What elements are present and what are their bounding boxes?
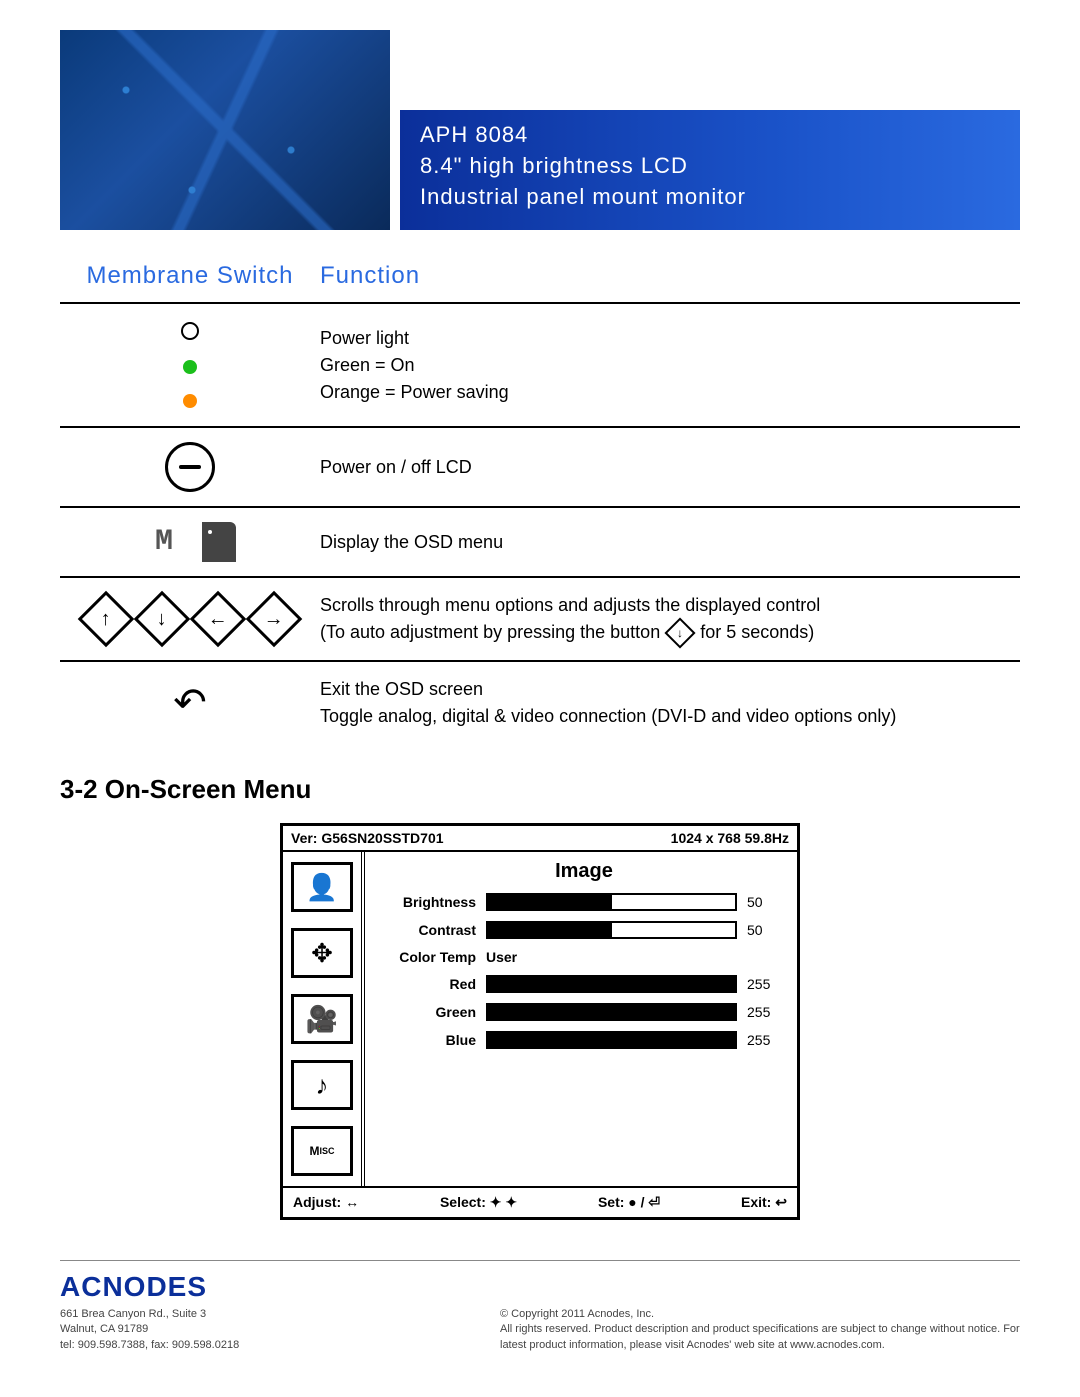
brightness-label: Brightness	[381, 894, 486, 910]
osd-pane-title: Image	[381, 860, 787, 883]
row-power-light: Power light Green = On Orange = Power sa…	[60, 304, 1020, 428]
model-number: APH 8084	[420, 120, 1000, 151]
arrows-desc1: Scrolls through menu options and adjusts…	[320, 592, 1020, 619]
hint-set: Set: ● / ⏎	[598, 1194, 660, 1211]
osd-tab-list: 👤 ✥ 🎥 ♪ MISC	[283, 852, 365, 1186]
red-label: Red	[381, 976, 486, 992]
blue-bar	[486, 1031, 737, 1049]
menu-button-desc: Display the OSD menu	[320, 529, 1020, 556]
contrast-label: Contrast	[381, 922, 486, 938]
m-key-icon: M	[144, 522, 184, 562]
brightness-value: 50	[747, 894, 787, 910]
led-green-icon	[183, 360, 197, 374]
osd-tab-image[interactable]: 👤	[291, 862, 353, 912]
osd-row-colortemp[interactable]: Color Temp User	[381, 949, 787, 965]
left-arrow-icon: ←	[190, 591, 247, 648]
row-power-button: Power on / off LCD	[60, 428, 1020, 508]
footer-legal: All rights reserved. Product description…	[500, 1322, 1020, 1353]
header-banner: APH 8084 8.4" high brightness LCD Indust…	[60, 30, 1020, 230]
red-value: 255	[747, 976, 787, 992]
banner-title: APH 8084 8.4" high brightness LCD Indust…	[400, 110, 1020, 230]
hint-exit: Exit: ↩	[741, 1194, 787, 1211]
hint-adjust: Adjust: ↔	[293, 1194, 359, 1211]
osd-version: Ver: G56SN20SSTD701	[291, 830, 444, 846]
osd-tab-video[interactable]: 🎥	[291, 994, 353, 1044]
footer-addr3: tel: 909.598.7388, fax: 909.598.0218	[60, 1338, 239, 1353]
red-bar	[486, 975, 737, 993]
col-header-desc: Function	[320, 258, 1020, 294]
footer-addr1: 661 Brea Canyon Rd., Suite 3	[60, 1307, 239, 1322]
hint-select: Select: ✦ ✦	[440, 1194, 517, 1211]
contrast-bar	[486, 921, 737, 939]
menu-book-icon	[202, 522, 236, 562]
model-line2: 8.4" high brightness LCD	[420, 151, 1000, 182]
power-button-desc: Power on / off LCD	[320, 454, 1020, 481]
green-label: Green	[381, 1004, 486, 1020]
osd-row-red[interactable]: Red 255	[381, 975, 787, 993]
row-arrow-buttons: ↑ ↓ ← → Scrolls through menu options and…	[60, 578, 1020, 662]
osd-tab-audio[interactable]: ♪	[291, 1060, 353, 1110]
osd-row-blue[interactable]: Blue 255	[381, 1031, 787, 1049]
osd-tab-position[interactable]: ✥	[291, 928, 353, 978]
up-arrow-icon: ↑	[78, 591, 135, 648]
exit-desc1: Exit the OSD screen	[320, 676, 1020, 703]
exit-return-icon: ↶	[173, 680, 207, 726]
colortemp-label: Color Temp	[381, 949, 486, 965]
brand-logo: ACNODES	[60, 1271, 239, 1303]
brightness-bar	[486, 893, 737, 911]
power-light-line2: Green = On	[320, 352, 1020, 379]
blue-label: Blue	[381, 1032, 486, 1048]
led-off-icon	[181, 322, 199, 340]
osd-hint-bar: Adjust: ↔ Select: ✦ ✦ Set: ● / ⏎ Exit: ↩	[283, 1186, 797, 1217]
green-bar	[486, 1003, 737, 1021]
power-light-line3: Orange = Power saving	[320, 379, 1020, 406]
arrows-desc2: (To auto adjustment by pressing the butt…	[320, 619, 1020, 646]
banner-pcb-image	[60, 30, 390, 230]
power-light-line1: Power light	[320, 325, 1020, 352]
blue-value: 255	[747, 1032, 787, 1048]
power-button-icon	[165, 442, 215, 492]
osd-row-brightness[interactable]: Brightness 50	[381, 893, 787, 911]
green-value: 255	[747, 1004, 787, 1020]
footer-copyright: © Copyright 2011 Acnodes, Inc.	[500, 1307, 1020, 1322]
osd-row-green[interactable]: Green 255	[381, 1003, 787, 1021]
section-title: 3-2 On-Screen Menu	[60, 774, 1020, 805]
contrast-value: 50	[747, 922, 787, 938]
osd-panel: Ver: G56SN20SSTD701 1024 x 768 59.8Hz 👤 …	[280, 823, 800, 1220]
column-headers: Membrane Switch Function	[60, 250, 1020, 304]
page-footer: ACNODES 661 Brea Canyon Rd., Suite 3 Wal…	[60, 1260, 1020, 1353]
col-header-icon: Membrane Switch	[60, 258, 320, 294]
footer-addr2: Walnut, CA 91789	[60, 1322, 239, 1337]
down-arrow-icon: ↓	[134, 591, 191, 648]
model-line3: Industrial panel mount monitor	[420, 182, 1000, 213]
osd-tab-misc[interactable]: MISC	[291, 1126, 353, 1176]
row-exit-button: ↶ Exit the OSD screen Toggle analog, dig…	[60, 662, 1020, 744]
row-menu-button: M Display the OSD menu	[60, 508, 1020, 578]
led-orange-icon	[183, 394, 197, 408]
osd-mode: 1024 x 768 59.8Hz	[671, 830, 789, 846]
inline-down-arrow-icon: ↓	[665, 618, 696, 649]
exit-desc2: Toggle analog, digital & video connectio…	[320, 703, 1020, 730]
right-arrow-icon: →	[246, 591, 303, 648]
osd-row-contrast[interactable]: Contrast 50	[381, 921, 787, 939]
colortemp-value: User	[486, 949, 787, 965]
